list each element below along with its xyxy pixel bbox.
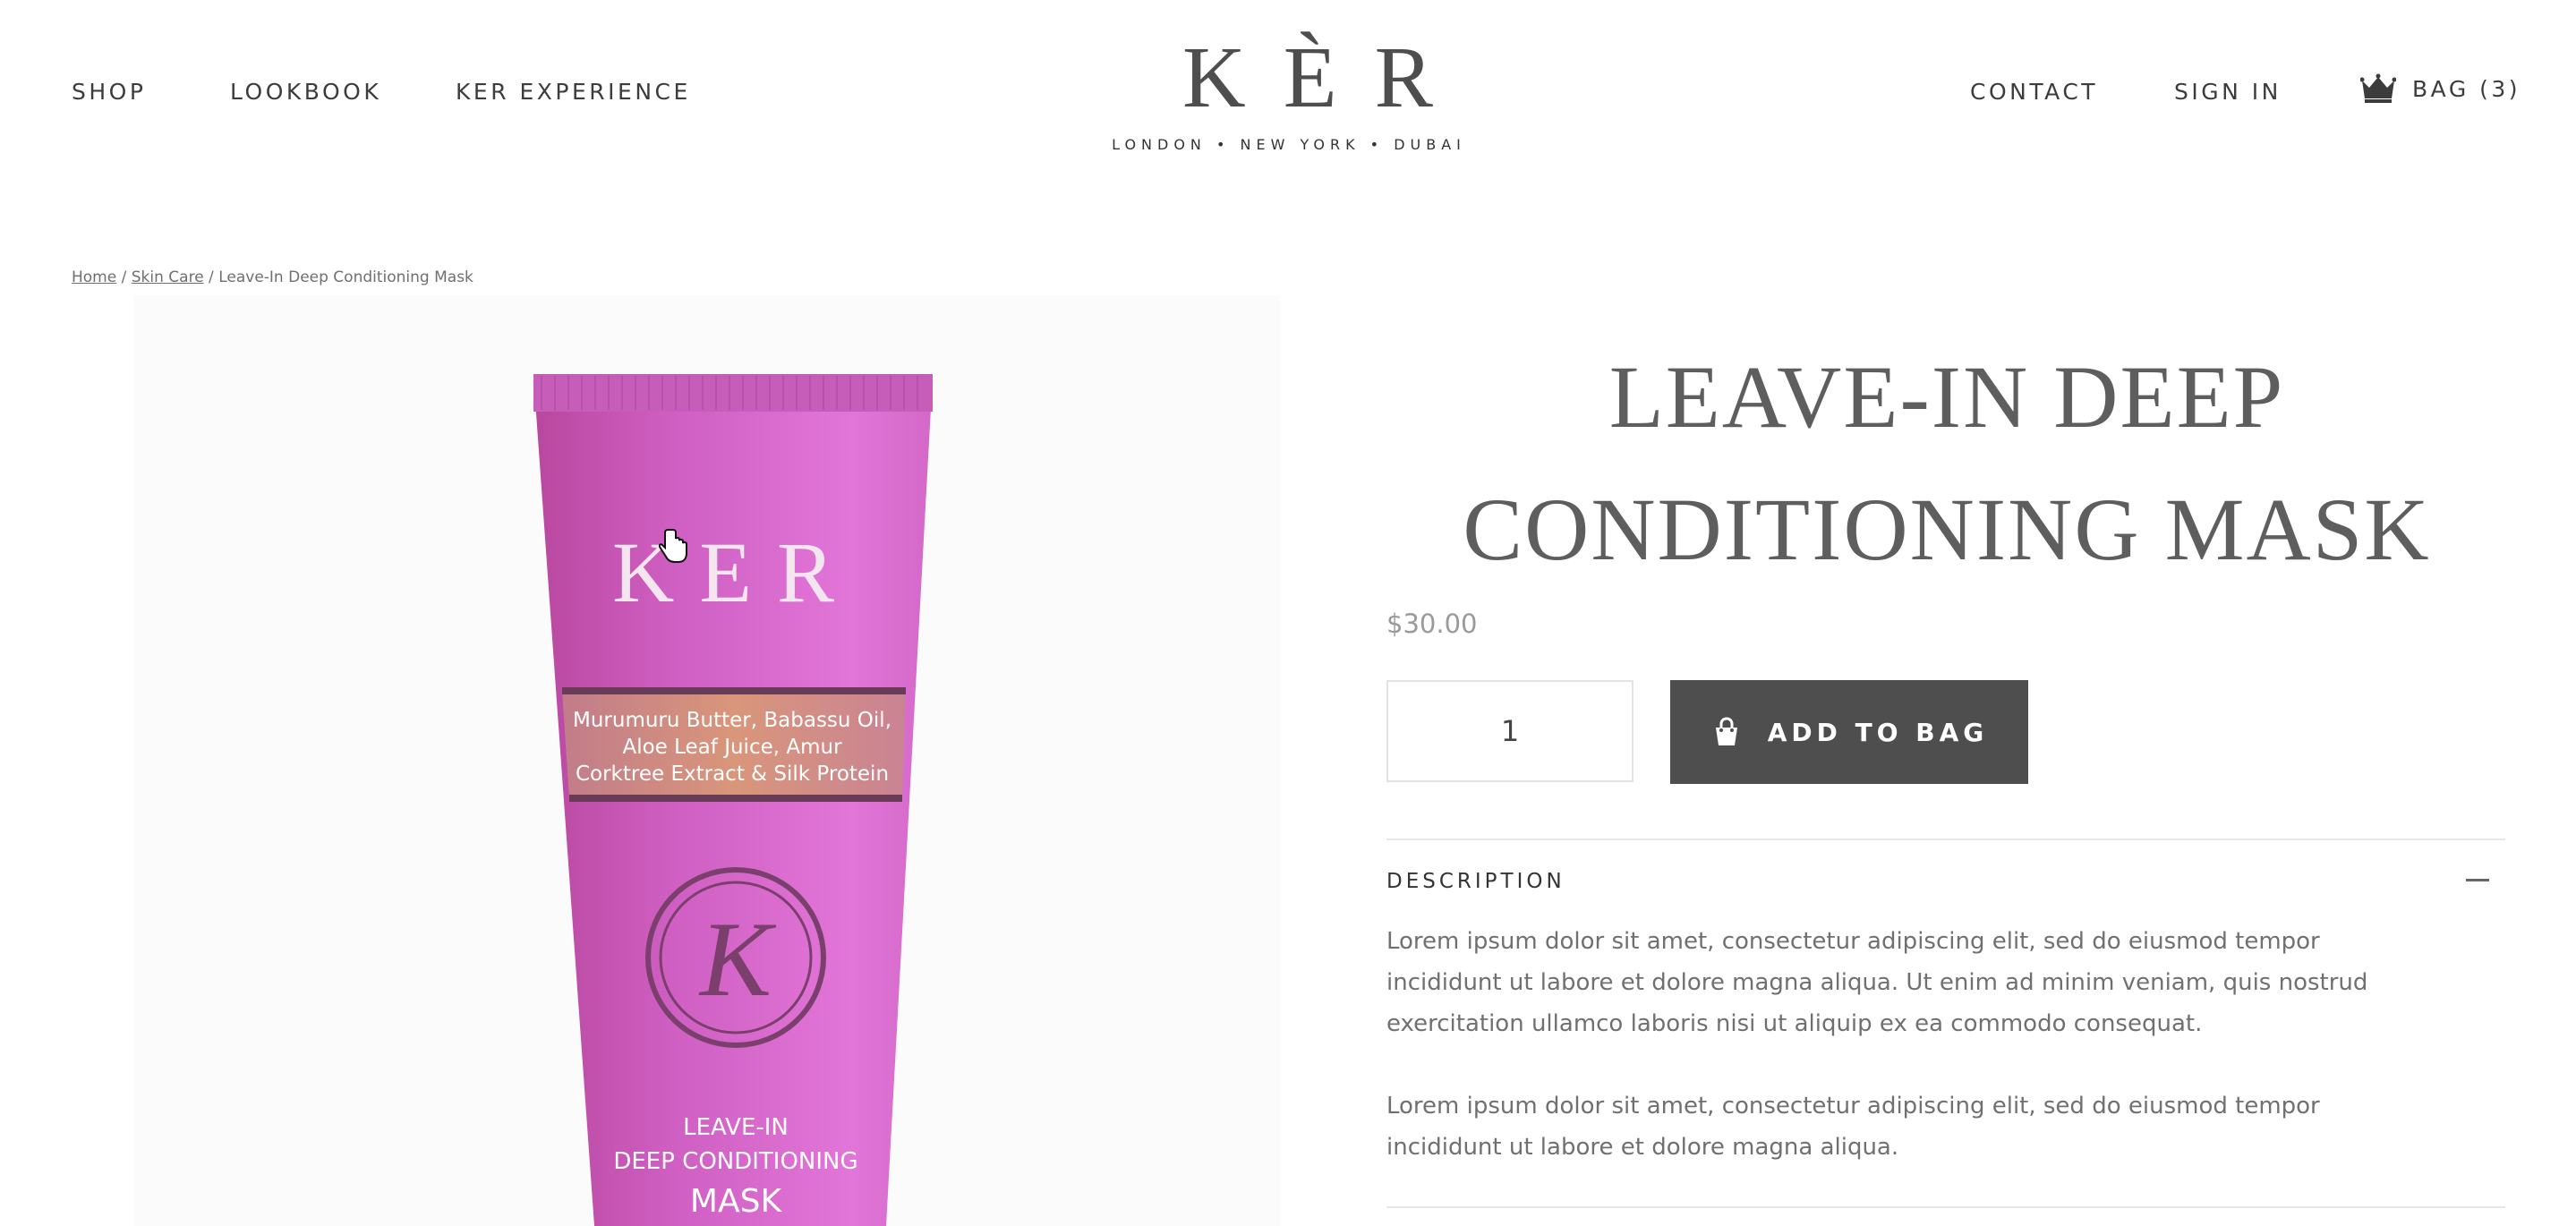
tube-label-line: LEAVE-IN	[683, 1114, 789, 1141]
tube-label-line: DEEP CONDITIONING	[613, 1148, 857, 1175]
tube-ingredients-line: Murumuru Butter, Babassu Oil,	[573, 709, 891, 732]
collapse-minus-icon[interactable]	[2466, 879, 2489, 881]
bag-link[interactable]: BAG (3)	[2360, 73, 2521, 104]
divider	[1386, 839, 2505, 840]
product-title-line1: LEAVE-IN DEEP	[1608, 347, 2285, 447]
hand-cursor-icon	[659, 529, 687, 563]
tube-label-line: MASK	[690, 1183, 783, 1220]
description-paragraph: Lorem ipsum dolor sit amet, consectetur …	[1386, 928, 2368, 1037]
bag-label[interactable]: BAG (3)	[2412, 76, 2521, 102]
product-price: $30.00	[1386, 609, 1478, 639]
tube-ingredients-line: Aloe Leaf Juice, Amur	[622, 736, 842, 759]
product-image: KER Murumuru Butter, Babassu Oil, Aloe L…	[533, 374, 933, 1226]
quantity-input[interactable]	[1386, 680, 1633, 782]
tube-monogram: K	[698, 899, 777, 1018]
add-to-bag-label: ADD TO BAG	[1767, 717, 1989, 747]
add-to-bag-button[interactable]: ADD TO BAG	[1670, 680, 2028, 784]
product-title: LEAVE-IN DEEP CONDITIONING MASK	[1387, 331, 2506, 596]
divider	[1386, 1206, 2505, 1208]
product-title-line2: CONDITIONING MASK	[1463, 480, 2431, 579]
tube-ingredients-line: Corktree Extract & Silk Protein	[576, 762, 889, 786]
shopping-bag-icon	[1715, 717, 1737, 745]
nav-sign-in[interactable]: SIGN IN	[2174, 79, 2282, 105]
nav-contact[interactable]: CONTACT	[1970, 79, 2098, 105]
description-paragraph: Lorem ipsum dolor sit amet, consectetur …	[1386, 1093, 2320, 1161]
tube-brand-text: KER	[612, 524, 859, 620]
description-heading[interactable]: DESCRIPTION	[1386, 870, 1565, 893]
crown-icon	[2360, 73, 2396, 103]
